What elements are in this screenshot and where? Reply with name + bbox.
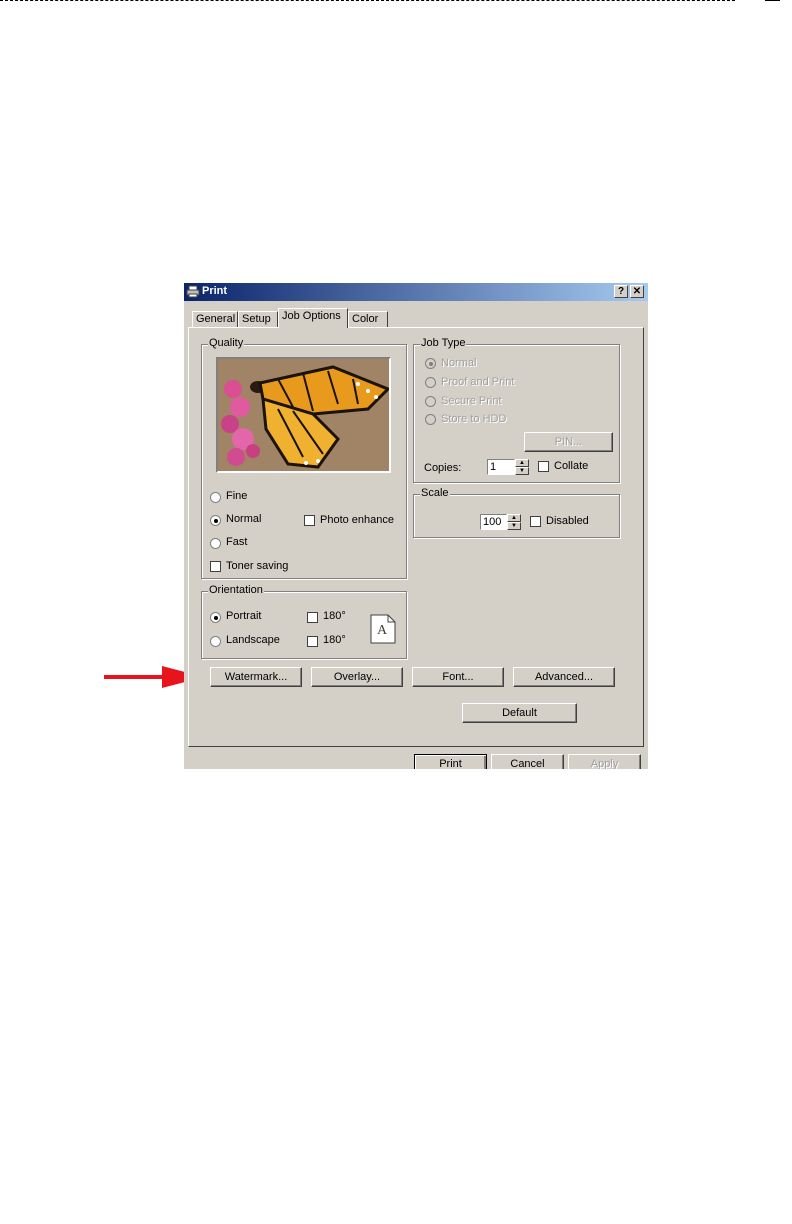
page-top-rule (0, 0, 735, 2)
tab-setup[interactable]: Setup (238, 311, 278, 327)
landscape-label: Landscape (226, 634, 280, 646)
quality-normal-radio[interactable] (210, 515, 221, 526)
scale-input[interactable]: 100 (480, 514, 507, 530)
job-type-group: Job Type Normal Proof and Print Secure P… (413, 337, 620, 483)
quality-label: Quality (208, 337, 245, 349)
quality-fine-label: Fine (226, 490, 248, 502)
collate-label: Collate (554, 460, 589, 472)
copies-input[interactable]: 1 (487, 459, 515, 475)
quality-fast-radio[interactable] (210, 538, 221, 549)
photo-enhance-label: Photo enhance (320, 514, 395, 526)
default-button[interactable]: Default (462, 703, 577, 723)
job-secure-label: Secure Print (441, 395, 502, 407)
job-type-label: Job Type (420, 337, 467, 349)
close-button[interactable]: ✕ (630, 285, 644, 298)
tab-job-options[interactable]: Job Options (278, 308, 348, 328)
quality-normal-label: Normal (226, 513, 262, 525)
cancel-button[interactable]: Cancel (491, 754, 564, 769)
copies-label: Copies: (424, 462, 462, 474)
spin-down-icon[interactable]: ▼ (507, 522, 521, 530)
print-button[interactable]: Print (414, 754, 487, 769)
help-button[interactable]: ? (614, 285, 628, 298)
portrait-label: Portrait (226, 610, 262, 622)
window-title: Print (202, 285, 228, 297)
toner-saving-checkbox[interactable] (210, 561, 221, 572)
landscape-180-label: 180° (323, 634, 346, 646)
copies-spinner[interactable]: ▲ ▼ (515, 459, 529, 475)
job-secure-radio[interactable] (425, 396, 436, 407)
quality-fine-radio[interactable] (210, 492, 221, 503)
portrait-180-checkbox[interactable] (307, 612, 318, 623)
title-bar[interactable]: Print ? ✕ (184, 283, 648, 301)
orientation-label: Orientation (208, 584, 264, 596)
toner-saving-label: Toner saving (226, 560, 289, 572)
collate-checkbox[interactable] (538, 461, 549, 472)
spin-down-icon[interactable]: ▼ (515, 467, 529, 475)
page-orientation-icon: A (370, 614, 396, 644)
quality-group: Quality Fine Normal Fast Photo enhance T… (201, 337, 407, 579)
overlay-button[interactable]: Overlay... (311, 667, 403, 687)
print-dialog: Print ? ✕ General Setup Job Options Colo… (184, 283, 648, 769)
page-letter: A (377, 623, 388, 638)
scale-disabled-checkbox[interactable] (530, 516, 541, 527)
pin-button[interactable]: PIN... (524, 432, 613, 452)
job-proof-label: Proof and Print (441, 376, 515, 388)
landscape-180-checkbox[interactable] (307, 636, 318, 647)
job-store-label: Store to HDD (441, 413, 507, 425)
advanced-button[interactable]: Advanced... (513, 667, 615, 687)
page-top-rule-end (765, 0, 780, 2)
spin-up-icon[interactable]: ▲ (507, 514, 521, 522)
scale-group: Scale 100 ▲ ▼ Disabled (413, 487, 620, 538)
scale-label: Scale (420, 487, 450, 499)
quality-fast-label: Fast (226, 536, 248, 548)
watermark-button[interactable]: Watermark... (210, 667, 302, 687)
job-normal-radio[interactable] (425, 358, 436, 369)
butterfly-image-icon (218, 359, 389, 471)
printer-icon (186, 285, 200, 298)
job-store-radio[interactable] (425, 414, 436, 425)
scale-disabled-label: Disabled (546, 515, 589, 527)
job-proof-radio[interactable] (425, 377, 436, 388)
quality-preview-image (216, 357, 391, 473)
orientation-group: Orientation Portrait 180° Landscape 180°… (201, 584, 407, 659)
tab-general[interactable]: General (192, 311, 238, 327)
portrait-radio[interactable] (210, 612, 221, 623)
job-options-panel: Quality Fine Normal Fast Photo enhance T… (188, 327, 644, 747)
font-button[interactable]: Font... (412, 667, 504, 687)
scale-spinner[interactable]: ▲ ▼ (507, 514, 521, 530)
job-normal-label: Normal (441, 357, 477, 369)
photo-enhance-checkbox[interactable] (304, 515, 315, 526)
apply-button[interactable]: Apply (568, 754, 641, 769)
tab-color[interactable]: Color (348, 311, 388, 327)
portrait-180-label: 180° (323, 610, 346, 622)
spin-up-icon[interactable]: ▲ (515, 459, 529, 467)
landscape-radio[interactable] (210, 636, 221, 647)
